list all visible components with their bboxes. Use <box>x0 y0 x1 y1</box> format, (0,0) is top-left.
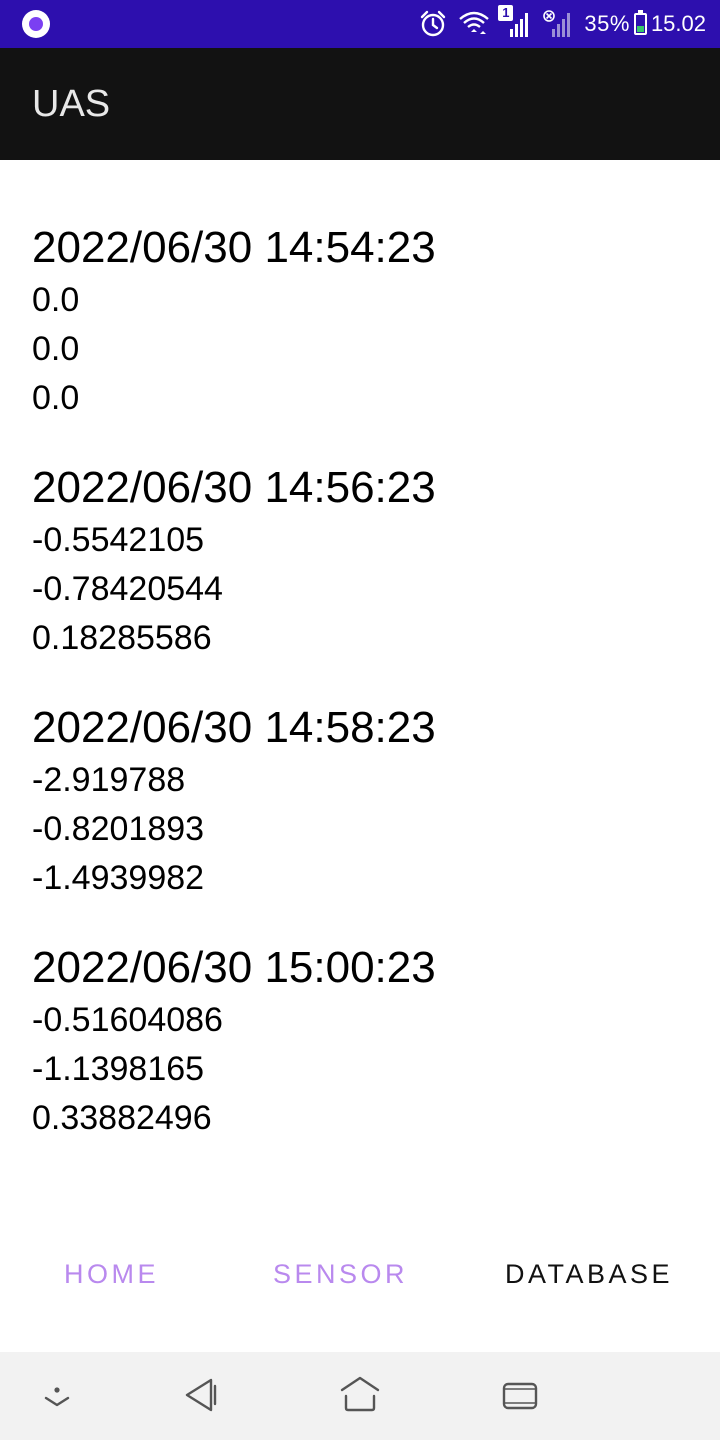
record-timestamp: 2022/06/30 15:00:23 <box>32 943 436 992</box>
record-value-x: -0.5542105 <box>32 521 205 559</box>
hide-keyboard-icon[interactable] <box>40 1374 74 1418</box>
status-bar: 1 35% 15.02 <box>0 0 720 48</box>
back-icon[interactable] <box>183 1374 219 1418</box>
record-value-x: -2.919788 <box>32 761 186 799</box>
record-value-x: -0.51604086 <box>32 1001 223 1039</box>
tab-home[interactable]: HOME <box>64 1259 159 1290</box>
system-nav-bar <box>0 1352 720 1440</box>
wifi-icon <box>459 11 490 34</box>
notification-app-icon <box>22 10 50 38</box>
battery-icon <box>633 10 647 35</box>
record-value-y: -0.78420544 <box>32 570 223 608</box>
record-value-z: -1.4939982 <box>32 859 205 897</box>
record-value-y: 0.0 <box>32 330 80 368</box>
record-timestamp: 2022/06/30 14:54:23 <box>32 223 436 272</box>
battery-percent: 35% <box>584 11 630 36</box>
tab-sensor[interactable]: SENSOR <box>273 1259 408 1290</box>
record-value-x: 0.0 <box>32 281 80 319</box>
record-value-y: -1.1398165 <box>32 1050 205 1088</box>
record-value-partial: -0.45778056 <box>32 160 223 170</box>
record-value-z: 0.33882496 <box>32 1099 212 1137</box>
recents-icon[interactable] <box>501 1374 539 1418</box>
record-value-z: 0.18285586 <box>32 619 212 657</box>
record-item: 2022/06/30 15:00:23 -0.51604086 -1.13981… <box>32 940 436 1143</box>
app-title: UAS <box>32 82 111 125</box>
app-bar: UAS <box>0 48 720 160</box>
signal-sim2-no-service-icon <box>543 10 571 37</box>
record-value-z: 0.0 <box>32 379 80 417</box>
record-timestamp: 2022/06/30 14:58:23 <box>32 703 436 752</box>
record-timestamp: 2022/06/30 14:56:23 <box>32 463 436 512</box>
record-value-y: -0.8201893 <box>32 810 205 848</box>
record-item: 2022/06/30 14:54:23 0.0 0.0 0.0 <box>32 220 436 423</box>
record-item: 2022/06/30 14:58:23 -2.919788 -0.8201893… <box>32 700 436 903</box>
home-icon[interactable] <box>340 1374 380 1418</box>
tab-database[interactable]: DATABASE <box>505 1259 673 1290</box>
record-item: 2022/06/30 14:56:23 -0.5542105 -0.784205… <box>32 460 436 663</box>
alarm-icon <box>421 10 446 37</box>
bottom-nav: HOME SENSOR DATABASE <box>0 1236 720 1312</box>
records-list[interactable]: -0.45778056 2022/06/30 14:54:23 0.0 0.0 … <box>0 160 720 1220</box>
signal-sim1-icon: 1 <box>498 5 532 39</box>
status-time: 15.02 <box>650 11 706 36</box>
